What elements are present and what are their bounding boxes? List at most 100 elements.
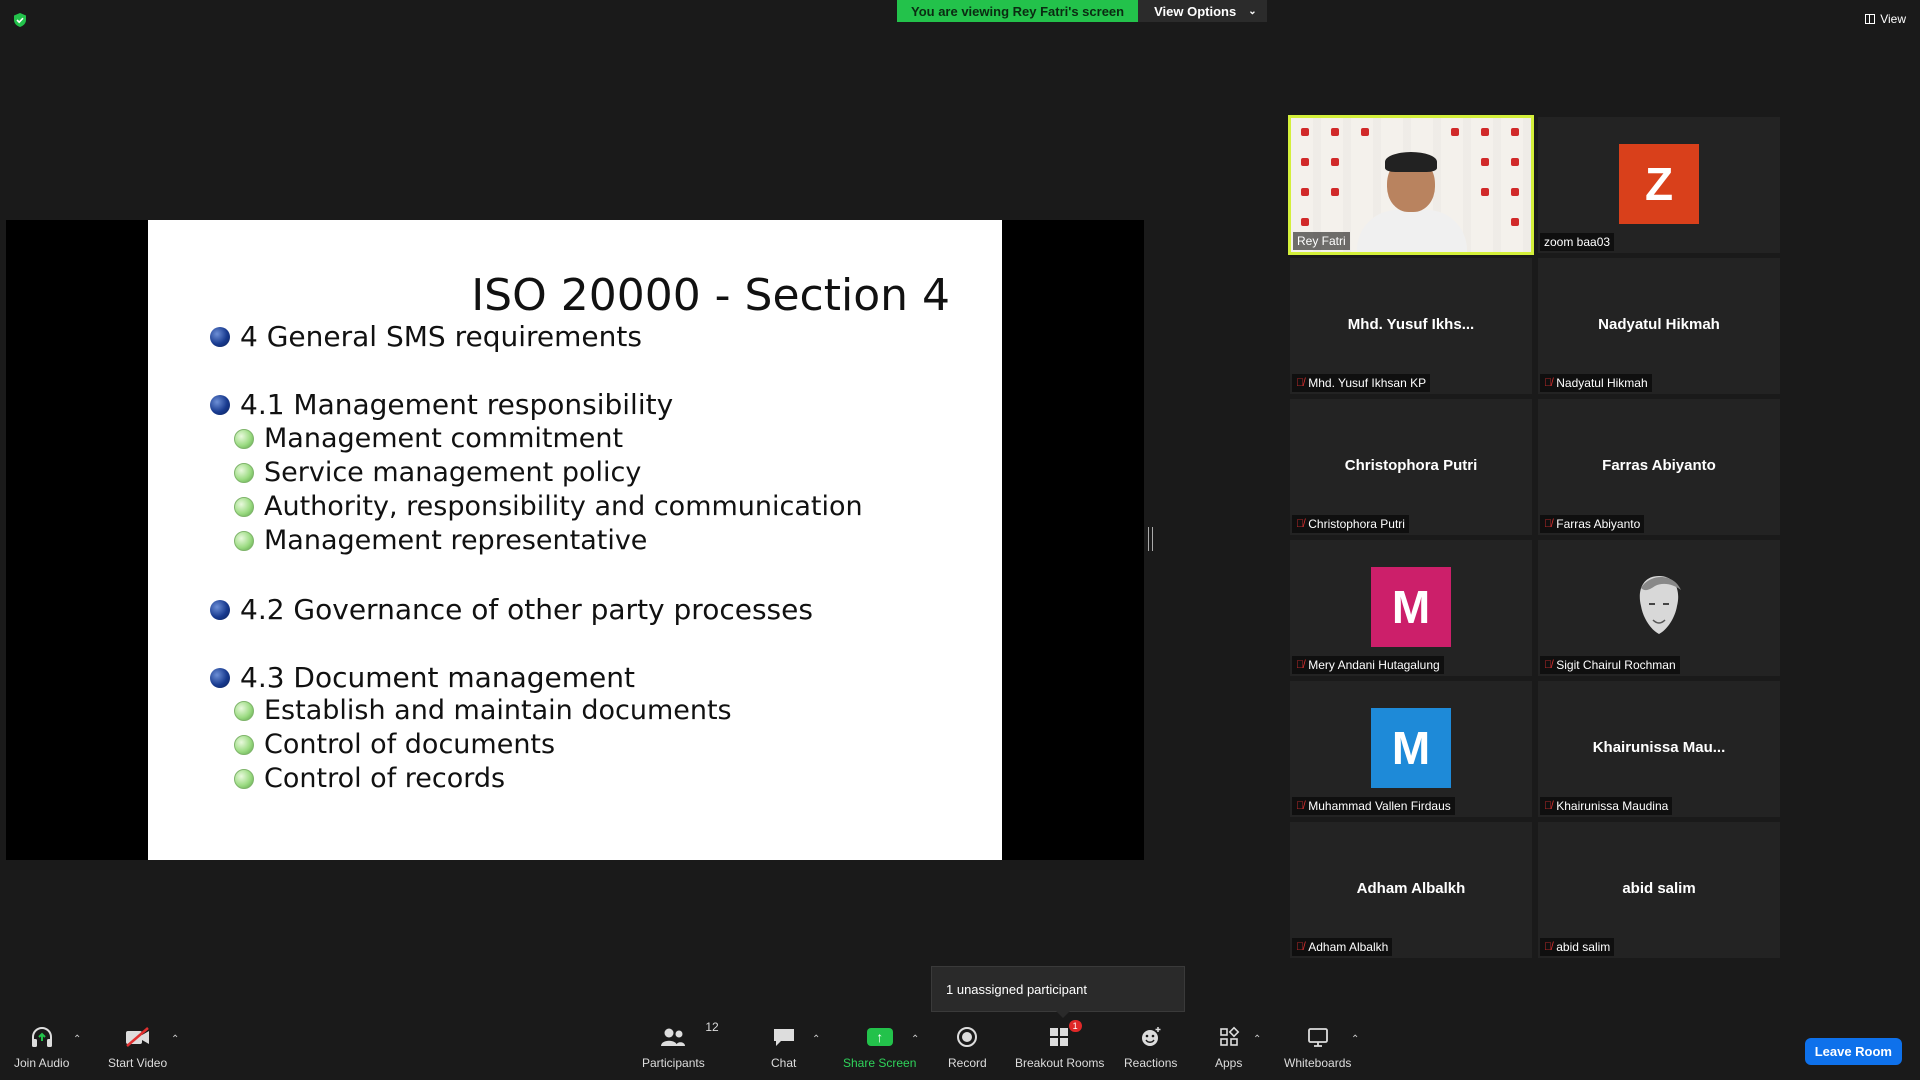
participant-name-label: 🎙̸ abid salim [1540, 938, 1615, 956]
slide-sub-bullet: Management commitment [234, 423, 623, 454]
share-screen-button[interactable]: ↑ Share Screen [843, 1012, 916, 1070]
participant-display-name: Farras Abiyanto [1602, 457, 1716, 474]
bullet-dot-icon [210, 326, 230, 347]
slide-sub-bullet: Control of records [234, 763, 505, 794]
whiteboards-label: Whiteboards [1284, 1056, 1352, 1070]
participant-tile[interactable]: Farras Abiyanto 🎙̸ Farras Abiyanto [1538, 399, 1780, 535]
bullet-text: Management representative [264, 525, 648, 556]
mic-muted-icon: 🎙̸ [1296, 800, 1305, 812]
participant-display-name: Nadyatul Hikmah [1598, 316, 1720, 333]
mic-muted-icon: 🎙̸ [1544, 659, 1553, 671]
sub-bullet-dot-icon [234, 734, 254, 755]
avatar: M [1371, 708, 1451, 788]
avatar: M [1371, 567, 1451, 647]
avatar: Z [1619, 144, 1699, 224]
sub-bullet-dot-icon [234, 768, 254, 789]
start-video-label: Start Video [108, 1056, 168, 1070]
leave-room-button[interactable]: Leave Room [1804, 1038, 1902, 1065]
participant-display-name: abid salim [1622, 880, 1696, 897]
mic-muted-icon: 🎙̸ [1296, 941, 1305, 953]
record-label: Record [948, 1056, 987, 1070]
breakout-rooms-icon: 1 [1048, 1020, 1082, 1052]
participants-label: Participants [642, 1056, 705, 1070]
participant-tile-rey-fatri[interactable]: Rey Fatri [1288, 115, 1534, 255]
presentation-slide: ISO 20000 - Section 4 4 General SMS requ… [148, 220, 1002, 860]
chat-label: Chat [771, 1056, 797, 1070]
start-video-button[interactable]: Start Video [108, 1012, 167, 1070]
slide-sub-bullet: Establish and maintain documents [234, 695, 732, 726]
apps-options-chevron-icon[interactable]: ⌃ [1253, 1034, 1261, 1045]
bullet-text: Control of records [264, 763, 506, 794]
join-audio-button[interactable]: Join Audio [14, 1012, 69, 1070]
slide-sub-bullet: Authority, responsibility and communicat… [234, 491, 863, 522]
slide-sub-bullet: Management representative [234, 525, 647, 556]
view-options-button[interactable]: View Options ⌄ [1138, 0, 1267, 22]
participant-tile[interactable]: 🎙̸ Sigit Chairul Rochman [1538, 540, 1780, 676]
bullet-text: 4 General SMS requirements [240, 320, 642, 353]
participant-name-label: 🎙̸ Mhd. Yusuf Ikhsan KP [1292, 374, 1431, 392]
sub-bullet-dot-icon [234, 530, 254, 551]
participant-name-label: Rey Fatri [1293, 232, 1350, 250]
audio-options-chevron-icon[interactable]: ⌃ [73, 1034, 81, 1045]
participant-tile[interactable]: Adham Albalkh 🎙̸ Adham Albalkh [1290, 822, 1532, 958]
participant-display-name: Khairunissa Mau... [1592, 739, 1726, 756]
whiteboards-button[interactable]: Whiteboards [1284, 1012, 1351, 1070]
participants-icon: 12 [659, 1020, 719, 1052]
participant-tile[interactable]: Mhd. Yusuf Ikhs... 🎙̸ Mhd. Yusuf Ikhsan K… [1290, 258, 1532, 394]
participant-tile[interactable]: Christophora Putri 🎙̸ Christophora Putri [1290, 399, 1532, 535]
split-resize-handle[interactable] [1148, 527, 1153, 551]
participant-name-label: 🎙̸ Sigit Chairul Rochman [1540, 656, 1680, 674]
bullet-dot-icon [210, 667, 230, 688]
participant-tile[interactable]: Nadyatul Hikmah 🎙̸ Nadyatul Hikmah [1538, 258, 1780, 394]
reactions-button[interactable]: Reactions [1124, 1012, 1177, 1070]
view-layout-button[interactable]: View [1865, 12, 1906, 26]
mic-muted-icon: 🎙̸ [1544, 377, 1553, 389]
bullet-text: 4.1 Management responsibility [240, 388, 674, 421]
bullet-dot-icon [210, 394, 230, 415]
participant-tile[interactable]: abid salim 🎙̸ abid salim [1538, 822, 1780, 958]
record-icon [956, 1022, 978, 1052]
mic-muted-icon: 🎙̸ [1296, 518, 1305, 530]
slide-sub-bullet: Control of documents [234, 729, 555, 760]
chat-button[interactable]: Chat [771, 1012, 796, 1070]
mic-muted-icon: 🎙̸ [1544, 941, 1553, 953]
whiteboards-options-chevron-icon[interactable]: ⌃ [1351, 1034, 1359, 1045]
share-screen-icon: ↑ [866, 1022, 893, 1052]
bullet-text: Establish and maintain documents [264, 695, 732, 726]
slide-bullet: 4 General SMS requirements [210, 320, 642, 353]
share-options-chevron-icon[interactable]: ⌃ [911, 1034, 919, 1045]
participant-tile[interactable]: M 🎙̸ Mery Andani Hutagalung [1290, 540, 1532, 676]
bullet-dot-icon [210, 599, 230, 620]
mic-muted-icon: 🎙̸ [1296, 659, 1305, 671]
bullet-text: 4.2 Governance of other party processes [240, 593, 813, 626]
breakout-rooms-button[interactable]: 1 Breakout Rooms [1015, 1012, 1104, 1070]
bullet-text: Authority, responsibility and communicat… [264, 491, 863, 522]
bullet-text: Control of documents [264, 729, 556, 760]
slide-bullet: 4.1 Management responsibility [210, 388, 673, 421]
apps-icon [1218, 1022, 1240, 1052]
reactions-label: Reactions [1124, 1056, 1178, 1070]
chevron-down-icon: ⌄ [1248, 5, 1257, 17]
participant-tile[interactable]: M 🎙̸ Muhammad Vallen Firdaus [1290, 681, 1532, 817]
sub-bullet-dot-icon [234, 700, 254, 721]
chat-options-chevron-icon[interactable]: ⌃ [812, 1034, 820, 1045]
participant-name-label: 🎙̸ Khairunissa Maudina [1540, 797, 1673, 815]
view-options-label: View Options [1154, 3, 1237, 19]
profile-picture [1639, 576, 1681, 634]
security-shield-icon[interactable] [12, 12, 28, 28]
sub-bullet-dot-icon [234, 428, 254, 449]
share-screen-label: Share Screen [843, 1056, 917, 1070]
participant-tile[interactable]: Khairunissa Mau... 🎙̸ Khairunissa Maudina [1538, 681, 1780, 817]
record-button[interactable]: Record [948, 1012, 987, 1070]
participants-count: 12 [705, 1020, 719, 1034]
participants-button[interactable]: 12 Participants [642, 1012, 719, 1070]
participant-display-name: Adham Albalkh [1356, 880, 1466, 897]
tooltip-text: 1 unassigned participant [946, 981, 1087, 997]
unassigned-participant-tooltip[interactable]: 1 unassigned participant [931, 966, 1185, 1018]
video-off-icon [124, 1022, 152, 1052]
video-options-chevron-icon[interactable]: ⌃ [171, 1034, 179, 1045]
slide-sub-bullet: Service management policy [234, 457, 641, 488]
slide-bullet: 4.2 Governance of other party processes [210, 593, 813, 626]
apps-button[interactable]: Apps [1215, 1012, 1242, 1070]
participant-tile-zoom-baa03[interactable]: Z zoom baa03 [1538, 117, 1780, 253]
